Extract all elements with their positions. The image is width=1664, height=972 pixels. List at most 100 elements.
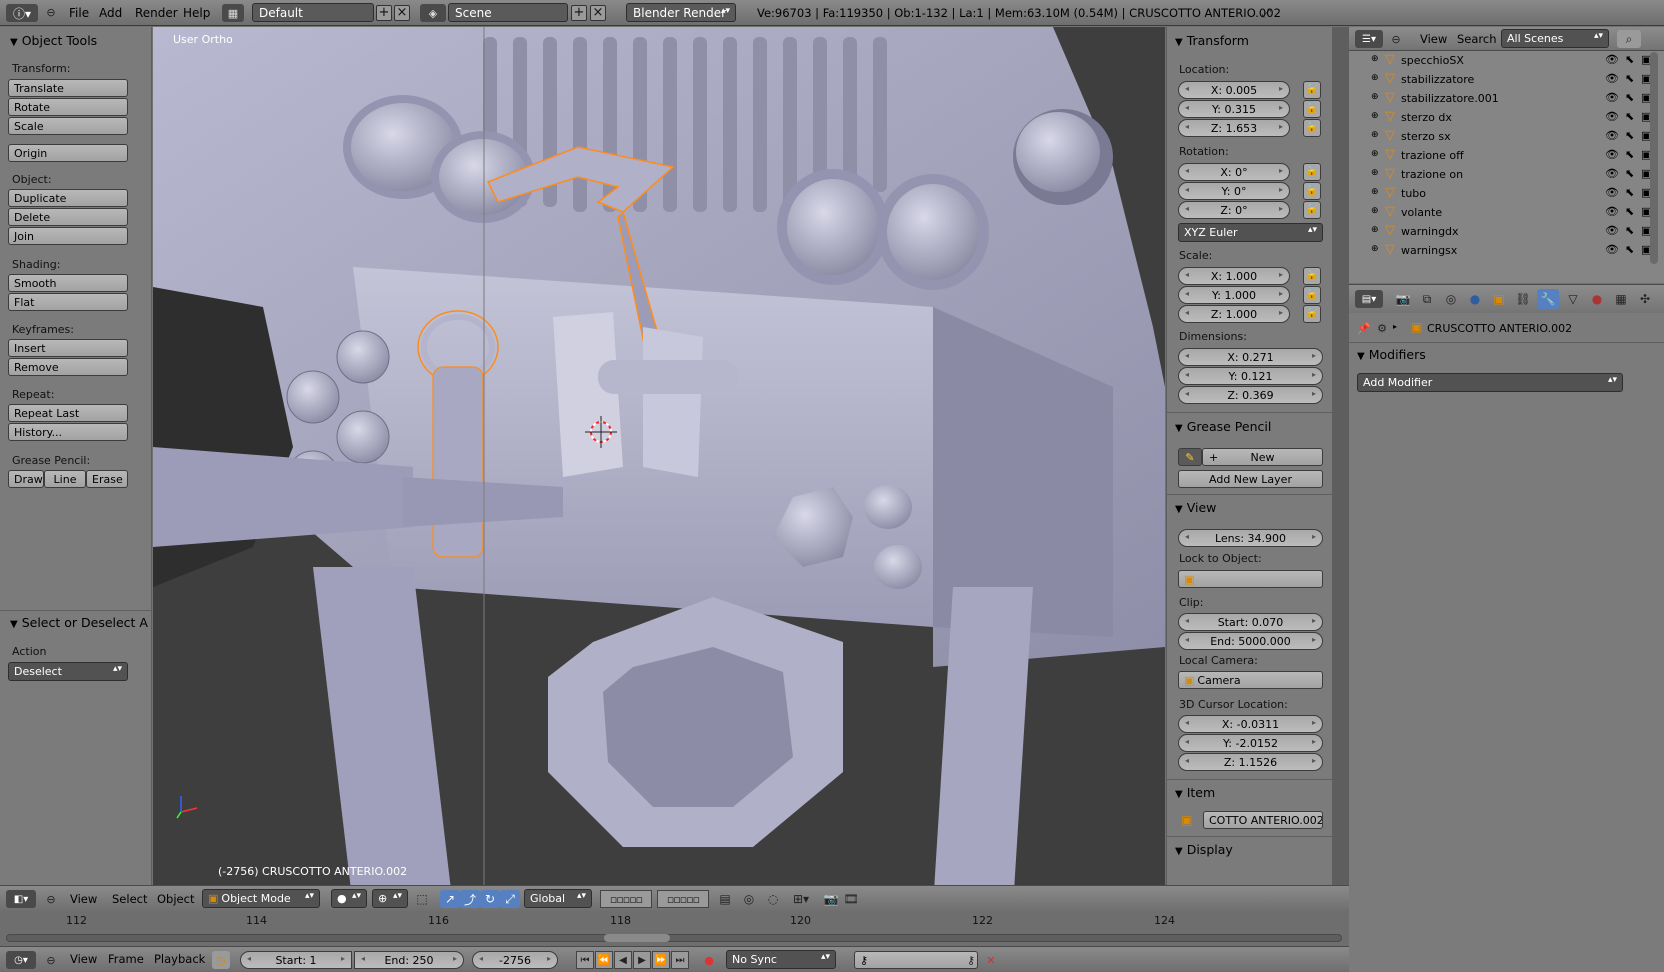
object-name[interactable]: volante <box>1401 206 1442 219</box>
display-panel-header[interactable]: ▼ Display <box>1175 842 1233 857</box>
cursor-select-icon[interactable]: ⬉ <box>1625 243 1634 256</box>
add-modifier-dropdown[interactable]: Add Modifier ▴▾ <box>1357 373 1623 392</box>
outliner-row[interactable]: ⊕ ▽ tubo 👁 ⬉ ▣ <box>1349 184 1651 203</box>
expand-icon[interactable]: ⊕ <box>1371 206 1379 216</box>
add-layout-button[interactable]: + <box>376 5 392 21</box>
scale-y-field[interactable]: ◂ Y: 1.000 ▸ <box>1178 286 1290 304</box>
scale-button[interactable]: Scale <box>8 117 128 135</box>
outliner-row[interactable]: ⊕ ▽ sterzo sx 👁 ⬉ ▣ <box>1349 127 1651 146</box>
scene-filter-dropdown[interactable]: All Scenes ▴▾ <box>1501 29 1609 48</box>
gp-new-button[interactable]: + New <box>1202 448 1323 466</box>
pivot-dropdown[interactable]: ⊕ ▴▾ <box>372 889 408 908</box>
mode-dropdown[interactable]: ▣ Object Mode ▴▾ <box>202 889 320 908</box>
remove-scene-button[interactable]: × <box>590 5 606 21</box>
end-frame-field[interactable]: ◂ End: 250 ▸ <box>354 951 464 969</box>
shelf-scrollbar[interactable] <box>1332 27 1349 885</box>
snap-element-icon[interactable]: ⊞▾ <box>788 890 814 908</box>
screen-layout-field[interactable]: Default <box>252 3 374 22</box>
grease-pencil-panel-header[interactable]: ▼ Grease Pencil <box>1175 419 1271 434</box>
outliner-row[interactable]: ⊕ ▽ specchioSX 👁 ⬉ ▣ <box>1349 51 1651 70</box>
clip-end-field[interactable]: ◂ End: 5000.000 ▸ <box>1178 632 1323 650</box>
lock-icon[interactable]: 🔓 <box>1303 305 1321 323</box>
cursor-select-icon[interactable]: ⬉ <box>1625 129 1634 142</box>
info-editor-icon[interactable]: ⓘ▾ <box>6 4 38 22</box>
cursor-x-field[interactable]: ◂ X: -0.0311 ▸ <box>1178 715 1323 733</box>
rotation-y-field[interactable]: ◂ Y: 0° ▸ <box>1178 182 1290 200</box>
eye-icon[interactable]: 👁 <box>1605 167 1619 180</box>
outliner-row[interactable]: ⊕ ▽ trazione off 👁 ⬉ ▣ <box>1349 146 1651 165</box>
add-scene-button[interactable]: + <box>571 5 587 21</box>
outliner-search-menu[interactable]: Search <box>1457 32 1497 46</box>
cursor-select-icon[interactable]: ⬉ <box>1625 224 1634 237</box>
local-camera-field[interactable]: ▣ Camera <box>1178 671 1323 689</box>
expand-icon[interactable]: ⊕ <box>1371 168 1379 178</box>
fullscreen-icon[interactable]: ⤢ <box>1256 4 1276 22</box>
timeline-scroll-thumb[interactable] <box>604 934 670 942</box>
lock-icon[interactable]: 🔓 <box>1303 119 1321 137</box>
jump-keyframe-forward-icon[interactable]: ⏩ <box>652 951 670 969</box>
expand-icon[interactable]: ⊕ <box>1371 244 1379 254</box>
eye-icon[interactable]: 👁 <box>1605 205 1619 218</box>
object-name[interactable]: warningsx <box>1401 244 1457 257</box>
cursor-select-icon[interactable]: ⬉ <box>1625 205 1634 218</box>
render-animation-icon[interactable]: 🎞 <box>842 890 860 908</box>
jump-end-icon[interactable]: ⏭ <box>671 951 689 969</box>
expand-icon[interactable]: ⊕ <box>1371 111 1379 121</box>
cursor-select-icon[interactable]: ⬉ <box>1625 72 1634 85</box>
outliner-row[interactable]: ⊕ ▽ warningdx 👁 ⬉ ▣ <box>1349 222 1651 241</box>
constraints-tab-icon[interactable]: ⛓ <box>1513 290 1533 308</box>
transform-panel-header[interactable]: ▼ Transform <box>1175 33 1249 48</box>
world-tab-icon[interactable]: ● <box>1465 290 1485 308</box>
object-name[interactable]: tubo <box>1401 187 1426 200</box>
repeat-last-button[interactable]: Repeat Last <box>8 404 128 422</box>
3d-view-editor-icon[interactable]: ◧▾ <box>6 890 36 908</box>
pin-icon[interactable]: 📌 <box>1357 321 1371 335</box>
expand-icon[interactable]: ⊕ <box>1371 92 1379 102</box>
gp-pencil-button[interactable]: ✎ <box>1178 448 1202 466</box>
manipulator-toggle-icon[interactable]: ⬚ <box>412 890 432 908</box>
layers-grid-1-icon[interactable]: ▫▫▫▫▫ <box>600 890 652 908</box>
collapse-menu-icon[interactable]: ⊖ <box>1389 32 1403 46</box>
timeline-scrollbar[interactable] <box>6 934 1342 942</box>
modifiers-panel-header[interactable]: ▼ Modifiers <box>1357 347 1426 362</box>
location-z-field[interactable]: ◂ Z: 1.653 ▸ <box>1178 119 1290 137</box>
object-name[interactable]: trazione off <box>1401 149 1464 162</box>
viewport-shading-dropdown[interactable]: ● ▴▾ <box>331 889 367 908</box>
eye-icon[interactable]: 👁 <box>1605 129 1619 142</box>
eye-icon[interactable]: 👁 <box>1605 53 1619 66</box>
particles-tab-icon[interactable]: ✣ <box>1635 290 1655 308</box>
rotation-mode-dropdown[interactable]: XYZ Euler ▴▾ <box>1178 223 1323 242</box>
outliner-scrollbar[interactable] <box>1650 52 1658 264</box>
gp-add-layer-button[interactable]: Add New Layer <box>1178 470 1323 488</box>
object-name[interactable]: sterzo dx <box>1401 111 1452 124</box>
eye-icon[interactable]: 👁 <box>1605 72 1619 85</box>
menu-file[interactable]: File <box>69 6 89 20</box>
texture-tab-icon[interactable]: ▦ <box>1611 290 1631 308</box>
object-tab-icon[interactable]: ▣ <box>1489 290 1509 308</box>
eye-icon[interactable]: 👁 <box>1605 148 1619 161</box>
outliner-row[interactable]: ⊕ ▽ warningsx 👁 ⬉ ▣ <box>1349 241 1651 260</box>
scene-icon[interactable]: ◈ <box>420 4 446 22</box>
lock-layers-icon[interactable]: ▤ <box>716 890 734 908</box>
eye-icon[interactable]: 👁 <box>1605 243 1619 256</box>
timeline[interactable]: 112 114 116 118 120 122 124 <box>0 912 1349 946</box>
outliner-row[interactable]: ⊕ ▽ sterzo dx 👁 ⬉ ▣ <box>1349 108 1651 127</box>
scale-manipulator-icon[interactable]: ↻ <box>480 890 500 908</box>
collapse-menu-icon[interactable]: ⊖ <box>44 892 58 906</box>
object-name[interactable]: sterzo sx <box>1401 130 1451 143</box>
rotation-x-field[interactable]: ◂ X: 0° ▸ <box>1178 163 1290 181</box>
sync-dropdown[interactable]: No Sync ▴▾ <box>726 950 836 969</box>
jump-keyframe-back-icon[interactable]: ⏪ <box>595 951 613 969</box>
object-name[interactable]: stabilizzatore <box>1401 73 1474 86</box>
scene-field[interactable]: Scene <box>448 3 568 22</box>
delete-button[interactable]: Delete <box>8 208 128 226</box>
material-tab-icon[interactable]: ● <box>1587 290 1607 308</box>
layers-grid-2-icon[interactable]: ▫▫▫▫▫ <box>657 890 709 908</box>
menu-help[interactable]: Help <box>183 6 210 20</box>
keying-set-field[interactable]: ⚷ <box>854 951 978 969</box>
eye-icon[interactable]: 👁 <box>1605 110 1619 123</box>
scene-tab-icon[interactable]: ◎ <box>1441 290 1461 308</box>
object-name[interactable]: warningdx <box>1401 225 1459 238</box>
render-preview-icon[interactable]: 📷 <box>822 890 840 908</box>
remove-layout-button[interactable]: × <box>394 5 410 21</box>
